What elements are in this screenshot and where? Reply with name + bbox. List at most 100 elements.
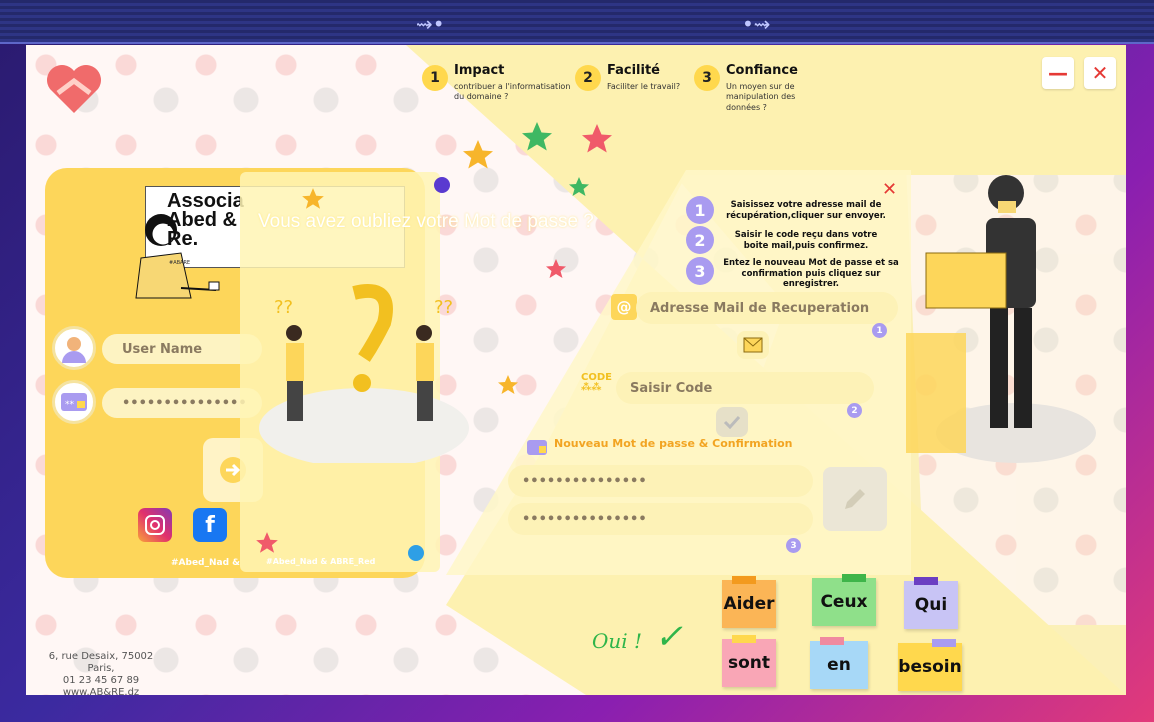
feature-number: 1 <box>422 65 448 91</box>
sticky-note: en <box>810 637 868 689</box>
username-field[interactable]: User Name <box>102 334 262 364</box>
note-tape <box>732 635 756 643</box>
note-text: sont <box>727 653 771 673</box>
sticky-note: Qui <box>904 577 958 629</box>
wave-icon: •⇝ <box>742 12 771 36</box>
feature-subtitle: contribuer a l'informatisation du domain… <box>454 82 571 102</box>
step-badge: 1 <box>872 323 887 338</box>
star-icon <box>569 177 589 196</box>
note-text: en <box>827 655 851 675</box>
step-number: 2 <box>686 226 714 254</box>
code-icon: CODE ⁂⁂ <box>581 372 612 393</box>
address-line: 6, rue Desaix, 75002 Paris, <box>48 651 154 674</box>
feature-subtitle: Un moyen sur de manipulation des données… <box>726 82 796 112</box>
send-email-button[interactable] <box>737 331 769 359</box>
brand-tag: #ABARE <box>169 260 191 266</box>
login-hashtag: #Abed_Nad & <box>171 558 241 568</box>
brand-name: Associa Abed & Re. <box>167 191 244 250</box>
address-block: 6, rue Desaix, 75002 Paris, 01 23 45 67 … <box>36 651 166 695</box>
code-field[interactable]: Saisir Code <box>616 372 874 404</box>
wave-icon: ⇝• <box>416 12 445 36</box>
code-icon-label: CODE <box>581 372 612 383</box>
step-number: 1 <box>686 196 714 224</box>
svg-text:**: ** <box>65 400 75 410</box>
confirm-password-value: ••••••••••••••• <box>522 511 647 527</box>
delivery-man-illustration <box>906 175 1096 463</box>
feature-facilite: 2 Facilité Faciliter le travail? <box>575 63 697 92</box>
note-tape <box>932 639 956 647</box>
feature-impact: 1 Impact contribuer a l'informatisation … <box>422 63 572 103</box>
facebook-icon[interactable]: f <box>193 508 227 542</box>
sticky-note: Aider <box>722 576 776 628</box>
star-icon <box>522 122 552 151</box>
note-tape <box>732 576 756 584</box>
note-text: Aider <box>723 594 775 614</box>
note-tape <box>842 574 866 582</box>
password-field[interactable]: ••••••••••••••• <box>102 388 262 418</box>
close-button[interactable]: ✕ <box>1084 57 1116 89</box>
note-text: Qui <box>914 595 948 615</box>
feature-number: 3 <box>694 65 720 91</box>
heart-logo-icon <box>47 65 101 113</box>
app-window: 1 Impact contribuer a l'informatisation … <box>26 45 1126 695</box>
oui-handwriting: Oui ! ✓ <box>592 617 683 657</box>
sticky-note: besoin <box>898 639 962 691</box>
title-bar: ⇝• •⇝ <box>0 0 1154 44</box>
feature-confiance: 3 Confiance Un moyen sur de manipulation… <box>694 63 798 113</box>
confused-people-illustration: ?? ?? <box>259 284 469 463</box>
save-password-button[interactable] <box>823 467 887 531</box>
sticky-note: sont <box>722 635 776 687</box>
star-icon <box>582 124 612 153</box>
envelope-icon <box>743 337 763 353</box>
step-number: 3 <box>686 257 714 285</box>
note-text: besoin <box>898 657 962 677</box>
brand-line: Re. <box>167 228 199 250</box>
password-lock-icon: ** <box>61 393 87 411</box>
at-icon: @ <box>611 294 637 320</box>
password-avatar: ** <box>52 380 96 424</box>
step-badge: 2 <box>847 403 862 418</box>
instagram-icon[interactable] <box>138 508 172 542</box>
star-icon <box>256 532 278 553</box>
check-icon <box>723 415 741 429</box>
new-password-field[interactable]: ••••••••••••••• <box>508 465 813 497</box>
forgot-title: Vous avez oubliez votre Mot de passe ? <box>258 211 594 232</box>
confirm-password-field[interactable]: ••••••••••••••• <box>508 503 813 535</box>
minimize-button[interactable]: — <box>1042 57 1074 89</box>
note-text: Ceux <box>820 592 868 612</box>
new-password-value: ••••••••••••••• <box>522 473 647 489</box>
pencil-icon <box>845 489 865 509</box>
close-icon: ✕ <box>1091 61 1109 85</box>
feature-title: Confiance <box>726 63 798 78</box>
minimize-icon: — <box>1048 61 1068 85</box>
note-tape <box>914 577 938 585</box>
step-badge: 3 <box>786 538 801 553</box>
user-avatar <box>52 326 96 370</box>
feature-title: Impact <box>454 63 505 78</box>
new-password-label: Nouveau Mot de passe & Confirmation <box>554 437 793 450</box>
step-text: Saisissez votre adresse mail de récupéra… <box>726 200 886 221</box>
decor-dot <box>434 177 450 193</box>
website-line: www.AB&RE.dz <box>62 687 140 695</box>
feature-title: Facilité <box>607 63 660 78</box>
recovery-close-button[interactable]: ✕ <box>882 179 897 200</box>
recovery-email-field[interactable]: Adresse Mail de Recuperation <box>636 292 898 324</box>
feature-subtitle: Faciliter le travail? <box>607 82 681 91</box>
star-icon <box>498 375 518 394</box>
step-text: Entez le nouveau Mot de passe et sa conf… <box>723 258 899 290</box>
star-icon <box>463 140 493 169</box>
oui-text: Oui ! <box>592 629 643 653</box>
confirm-code-button[interactable] <box>716 407 748 437</box>
email-placeholder: Adresse Mail de Recuperation <box>650 300 870 316</box>
decor-dot <box>408 545 424 561</box>
sticky-note: Ceux <box>812 574 876 626</box>
password-lock-icon <box>527 440 547 455</box>
password-value: ••••••••••••••• <box>122 395 247 411</box>
code-placeholder: Saisir Code <box>630 380 713 396</box>
svg-text:??: ?? <box>274 297 293 318</box>
phone-line: 01 23 45 67 89 <box>62 675 140 686</box>
username-placeholder: User Name <box>122 341 203 357</box>
feature-number: 2 <box>575 65 601 91</box>
star-icon <box>546 259 566 278</box>
note-tape <box>820 637 844 645</box>
